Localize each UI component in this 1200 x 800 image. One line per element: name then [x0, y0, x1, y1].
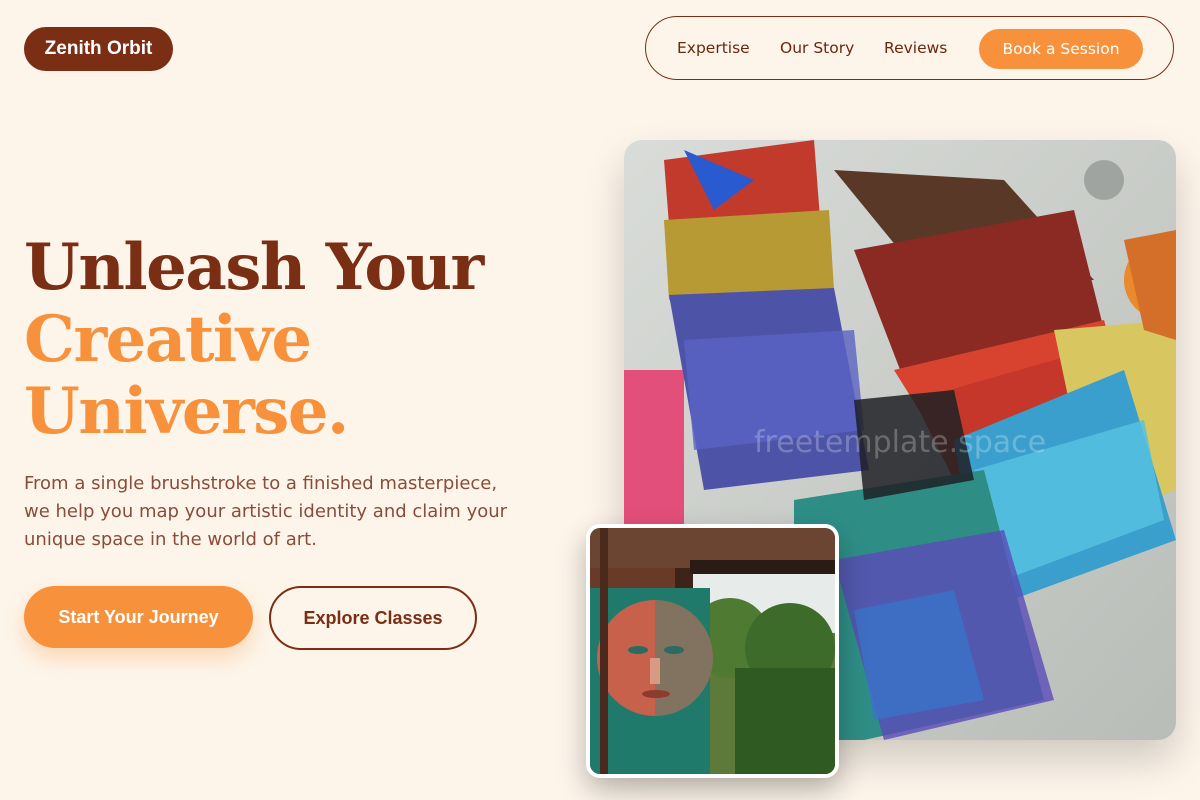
explore-classes-button[interactable]: Explore Classes [269, 586, 477, 650]
nav-link-our-story[interactable]: Our Story [780, 17, 854, 78]
hero-subtitle-line: we help you map your artistic identity a… [24, 501, 508, 522]
nav-link-reviews[interactable]: Reviews [884, 17, 947, 78]
hero-title-line-2: Creative [24, 302, 312, 377]
mural-photo [586, 524, 839, 778]
hero-subtitle-line: unique space in the world of art. [24, 529, 317, 550]
hero-title-line-3: Universe. [24, 374, 349, 449]
brand-logo[interactable]: Zenith Orbit [24, 27, 173, 71]
nav-link-expertise[interactable]: Expertise [677, 17, 750, 78]
hero-title-line-1: Unleash Your [24, 230, 484, 305]
book-session-button[interactable]: Book a Session [979, 29, 1143, 69]
hero-subtitle: From a single brushstroke to a finished … [24, 470, 544, 554]
mural-illustration [590, 528, 835, 774]
start-journey-button[interactable]: Start Your Journey [24, 586, 253, 648]
hero-subtitle-line: From a single brushstroke to a finished … [24, 473, 498, 494]
main-nav: Expertise Our Story Reviews Book a Sessi… [645, 16, 1174, 80]
watermark-text: freetemplate.space [754, 425, 1047, 460]
